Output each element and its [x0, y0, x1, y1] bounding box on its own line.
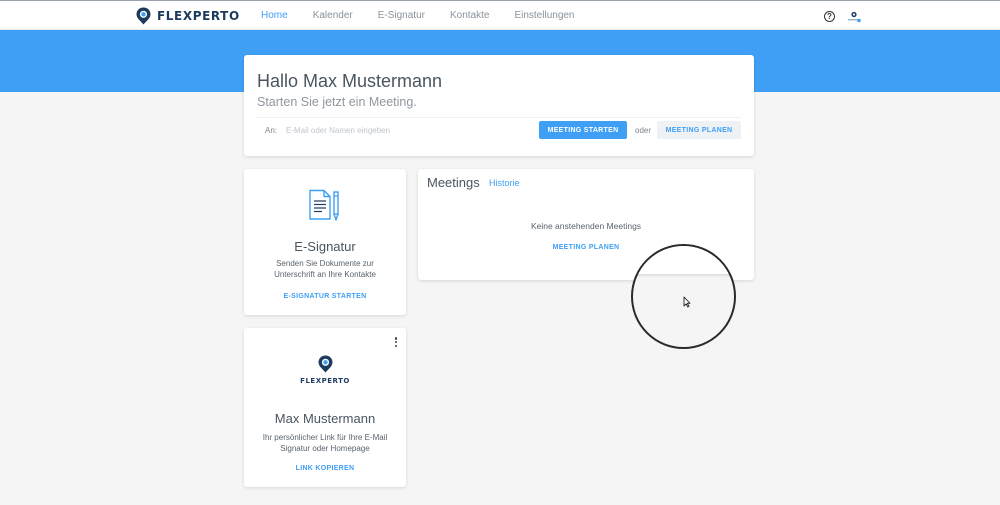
e-signature-card: E-Signatur Senden Sie Dokumente zur Unte…: [244, 169, 406, 315]
welcome-card: Hallo Max Mustermann Starten Sie jetzt e…: [244, 55, 754, 156]
more-vertical-icon[interactable]: [394, 337, 398, 347]
flexperto-logo-icon: [318, 355, 332, 373]
profile-name: Max Mustermann: [274, 411, 376, 426]
e-signature-description: Senden Sie Dokumente zur Unterschrift an…: [274, 259, 376, 279]
recipient-label: An:: [265, 126, 278, 135]
cursor-magnifier: [631, 244, 736, 349]
history-link[interactable]: Historie: [489, 178, 520, 188]
e-signature-title: E-Signatur: [294, 239, 356, 254]
top-navigation-bar: FLEXPERTO Home Kalender E-Signatur Konta…: [0, 0, 1000, 30]
plan-meeting-button[interactable]: MEETING PLANEN: [657, 121, 741, 139]
recipient-input[interactable]: [286, 122, 526, 138]
main-nav: Home Kalender E-Signatur Kontakte Einste…: [261, 10, 600, 21]
divider: [257, 117, 741, 118]
profile-logo-text: FLEXPERTO: [300, 377, 350, 385]
app-logo[interactable]: FLEXPERTO: [136, 6, 240, 26]
no-meetings-text: Keine anstehenden Meetings: [530, 221, 642, 231]
logo-text: FLEXPERTO: [157, 9, 240, 23]
nav-e-signatur[interactable]: E-Signatur: [378, 10, 425, 21]
flexperto-logo-icon: [136, 7, 151, 25]
nav-einstellungen[interactable]: Einstellungen: [514, 10, 574, 21]
magnified-card-edge: [633, 246, 734, 274]
profile-description: Ihr persönlicher Link für Ihre E-Mail Si…: [262, 433, 388, 453]
greeting-subtitle: Starten Sie jetzt ein Meeting.: [257, 95, 417, 109]
start-e-signature-link[interactable]: E-SIGNATUR STARTEN: [244, 293, 406, 300]
nav-kontakte[interactable]: Kontakte: [450, 10, 489, 21]
profile-logo: FLEXPERTO: [244, 355, 406, 385]
nav-kalender[interactable]: Kalender: [313, 10, 353, 21]
meetings-title: Meetings: [427, 175, 480, 190]
start-meeting-button[interactable]: MEETING STARTEN: [539, 121, 627, 139]
greeting-title: Hallo Max Mustermann: [257, 71, 443, 91]
profile-card: FLEXPERTO Max Mustermann Ihr persönliche…: [244, 328, 406, 487]
nav-home[interactable]: Home: [261, 10, 288, 21]
question-circle-icon[interactable]: ?: [824, 11, 835, 22]
copy-link-button[interactable]: LINK KOPIEREN: [244, 465, 406, 472]
user-avatar-icon[interactable]: [846, 10, 862, 24]
or-label: oder: [635, 126, 652, 135]
mouse-pointer-icon: [683, 296, 691, 308]
document-pen-icon: [309, 189, 339, 221]
